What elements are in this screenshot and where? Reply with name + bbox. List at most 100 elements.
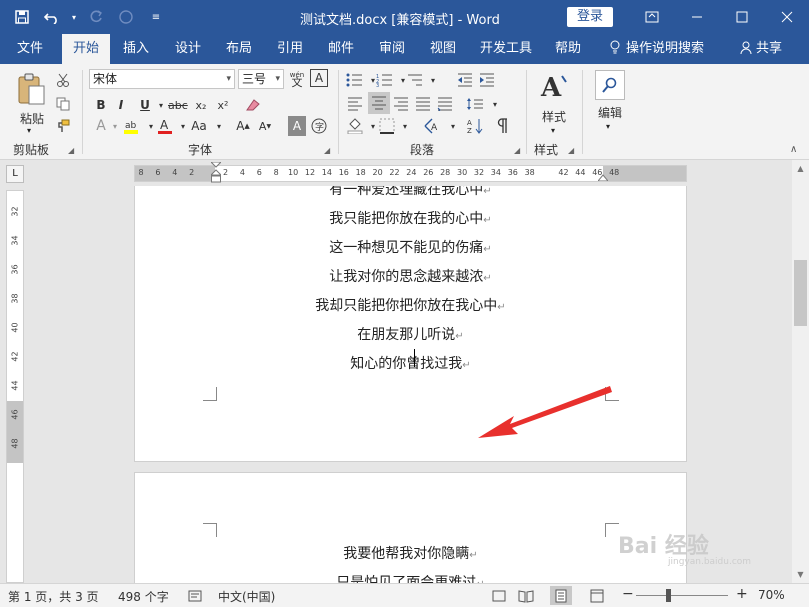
- increase-indent-icon[interactable]: [478, 70, 496, 90]
- shrink-font-button[interactable]: A ▼: [256, 116, 274, 136]
- clipboard-launcher-icon[interactable]: ◢: [68, 146, 74, 155]
- tab-layout[interactable]: 布局: [219, 34, 259, 64]
- document-line[interactable]: 我却只能把你把你放在我心中↵: [135, 295, 686, 315]
- phonetic-guide-button[interactable]: wén 文: [288, 69, 306, 89]
- enclose-character-button[interactable]: A: [310, 69, 328, 87]
- align-left-icon[interactable]: [346, 94, 364, 114]
- proofing-icon[interactable]: [188, 589, 202, 606]
- align-center-icon[interactable]: [368, 92, 390, 114]
- font-size-select[interactable]: 三号 ▾: [238, 69, 284, 89]
- grow-font-button[interactable]: A ▲: [234, 116, 252, 136]
- horizontal-ruler[interactable]: 8 6 4 2 2 4 6 8 10 12 14 16 18 20 22 24 26 28 30 32 34 36 38 42…: [134, 161, 687, 183]
- tab-home[interactable]: 开始: [62, 34, 110, 64]
- justify-icon[interactable]: [414, 94, 432, 114]
- enclose-character-icon[interactable]: 字: [310, 116, 328, 136]
- font-color-icon[interactable]: A: [156, 116, 174, 136]
- paragraph-launcher-icon[interactable]: ◢: [514, 146, 520, 155]
- superscript-button[interactable]: x²: [214, 95, 232, 115]
- zoom-slider-track[interactable]: [636, 595, 728, 596]
- minimize-icon[interactable]: [674, 0, 719, 34]
- line-spacing-dropdown-icon[interactable]: ▾: [486, 94, 504, 114]
- document-line[interactable]: 知心的你曾找过我↵: [135, 353, 686, 373]
- strikethrough-button[interactable]: abc: [168, 95, 188, 115]
- focus-mode-icon[interactable]: [492, 589, 506, 606]
- distributed-icon[interactable]: [436, 94, 454, 114]
- tab-review[interactable]: 审阅: [372, 34, 412, 64]
- document-area[interactable]: 有一种爱还埋藏在我心中↵ 我只能把你放在我的心中↵ 这一种想见不能见的伤痛↵ 让我对你…: [30, 186, 792, 583]
- decrease-indent-icon[interactable]: [456, 70, 474, 90]
- share-button[interactable]: 共享: [740, 34, 782, 64]
- redo-icon[interactable]: [84, 6, 108, 28]
- print-layout-icon[interactable]: [550, 586, 572, 605]
- undo-dropdown-icon[interactable]: ▾: [70, 6, 78, 28]
- italic-button[interactable]: I: [112, 95, 130, 115]
- sort-icon[interactable]: AZ: [466, 116, 484, 136]
- change-case-button[interactable]: Aa: [190, 116, 208, 136]
- document-line[interactable]: 我只能把你放在我的心中↵: [135, 208, 686, 228]
- read-mode-icon[interactable]: [518, 589, 534, 606]
- asian-layout-icon[interactable]: A: [424, 116, 442, 136]
- collapse-ribbon-icon[interactable]: ∧: [790, 144, 797, 155]
- ribbon-display-options-icon[interactable]: [629, 0, 674, 34]
- zoom-slider-thumb[interactable]: [666, 589, 671, 602]
- undo-icon[interactable]: [40, 6, 64, 28]
- zoom-in-button[interactable]: +: [736, 586, 748, 602]
- borders-dropdown-icon[interactable]: ▾: [396, 116, 414, 136]
- save-icon[interactable]: [10, 6, 34, 28]
- multilevel-list-dropdown-icon[interactable]: ▾: [424, 70, 442, 90]
- document-line[interactable]: 有一种爱还埋藏在我心中↵: [135, 186, 686, 199]
- line-spacing-icon[interactable]: [466, 94, 484, 114]
- close-icon[interactable]: [764, 0, 809, 34]
- vertical-scrollbar[interactable]: ▲ ▼: [792, 160, 809, 583]
- document-line[interactable]: 只是怕见了面会更难过↵: [135, 572, 686, 583]
- customize-qat-icon[interactable]: ≡: [144, 6, 168, 28]
- subscript-button[interactable]: x₂: [192, 95, 210, 115]
- vertical-ruler[interactable]: 32 34 36 38 40 42 44 46 48: [6, 190, 24, 583]
- scroll-up-icon[interactable]: ▲: [792, 160, 809, 177]
- paste-button[interactable]: 粘贴 ▾: [12, 70, 50, 136]
- character-shading-button[interactable]: A: [288, 116, 306, 136]
- tab-help[interactable]: 帮助: [548, 34, 588, 64]
- tab-file[interactable]: 文件: [8, 34, 52, 64]
- page-count[interactable]: 第 1 页，共 3 页: [8, 588, 99, 605]
- page-2[interactable]: 我要他帮我对你隐瞒↵ 只是怕见了面会更难过↵: [134, 472, 687, 583]
- cut-icon[interactable]: [54, 70, 72, 90]
- first-line-indent-marker[interactable]: [209, 161, 223, 187]
- borders-icon[interactable]: [378, 116, 396, 136]
- shading-icon[interactable]: [346, 116, 364, 136]
- multilevel-list-icon[interactable]: [406, 70, 424, 90]
- login-button[interactable]: 登录: [567, 7, 613, 27]
- web-layout-icon[interactable]: [590, 589, 604, 606]
- clear-formatting-icon[interactable]: [244, 95, 262, 115]
- tab-selector[interactable]: L: [6, 165, 24, 183]
- styles-launcher-icon[interactable]: ◢: [568, 146, 574, 155]
- bullets-icon[interactable]: [346, 70, 364, 90]
- circle-icon[interactable]: [114, 6, 138, 28]
- copy-icon[interactable]: [54, 94, 72, 114]
- document-line[interactable]: 我要他帮我对你隐瞒↵: [135, 543, 686, 563]
- maximize-icon[interactable]: [719, 0, 764, 34]
- tab-mailings[interactable]: 邮件: [321, 34, 361, 64]
- tab-insert[interactable]: 插入: [116, 34, 156, 64]
- tab-developer[interactable]: 开发工具: [474, 34, 538, 64]
- font-name-select[interactable]: 宋体 ▾: [89, 69, 235, 89]
- change-case-dropdown-icon[interactable]: ▾: [210, 116, 228, 136]
- numbering-icon[interactable]: 123: [376, 70, 394, 90]
- scroll-thumb[interactable]: [794, 260, 807, 326]
- format-painter-icon[interactable]: [54, 116, 72, 136]
- tab-view[interactable]: 视图: [423, 34, 463, 64]
- styles-button[interactable]: A 样式 ▾: [532, 70, 576, 136]
- font-launcher-icon[interactable]: ◢: [324, 146, 330, 155]
- zoom-out-button[interactable]: −: [622, 586, 634, 602]
- language[interactable]: 中文(中国): [218, 588, 275, 605]
- bold-button[interactable]: B: [92, 95, 110, 115]
- word-count[interactable]: 498 个字: [118, 588, 169, 605]
- editing-button[interactable]: 编辑 ▾: [592, 70, 628, 136]
- asian-layout-dropdown-icon[interactable]: ▾: [444, 116, 462, 136]
- show-hide-marks-icon[interactable]: [494, 116, 512, 136]
- document-line[interactable]: 这一种想见不能见的伤痛↵: [135, 237, 686, 257]
- tab-design[interactable]: 设计: [168, 34, 208, 64]
- align-right-icon[interactable]: [392, 94, 410, 114]
- highlight-icon[interactable]: ab: [122, 116, 140, 136]
- scroll-down-icon[interactable]: ▼: [792, 566, 809, 583]
